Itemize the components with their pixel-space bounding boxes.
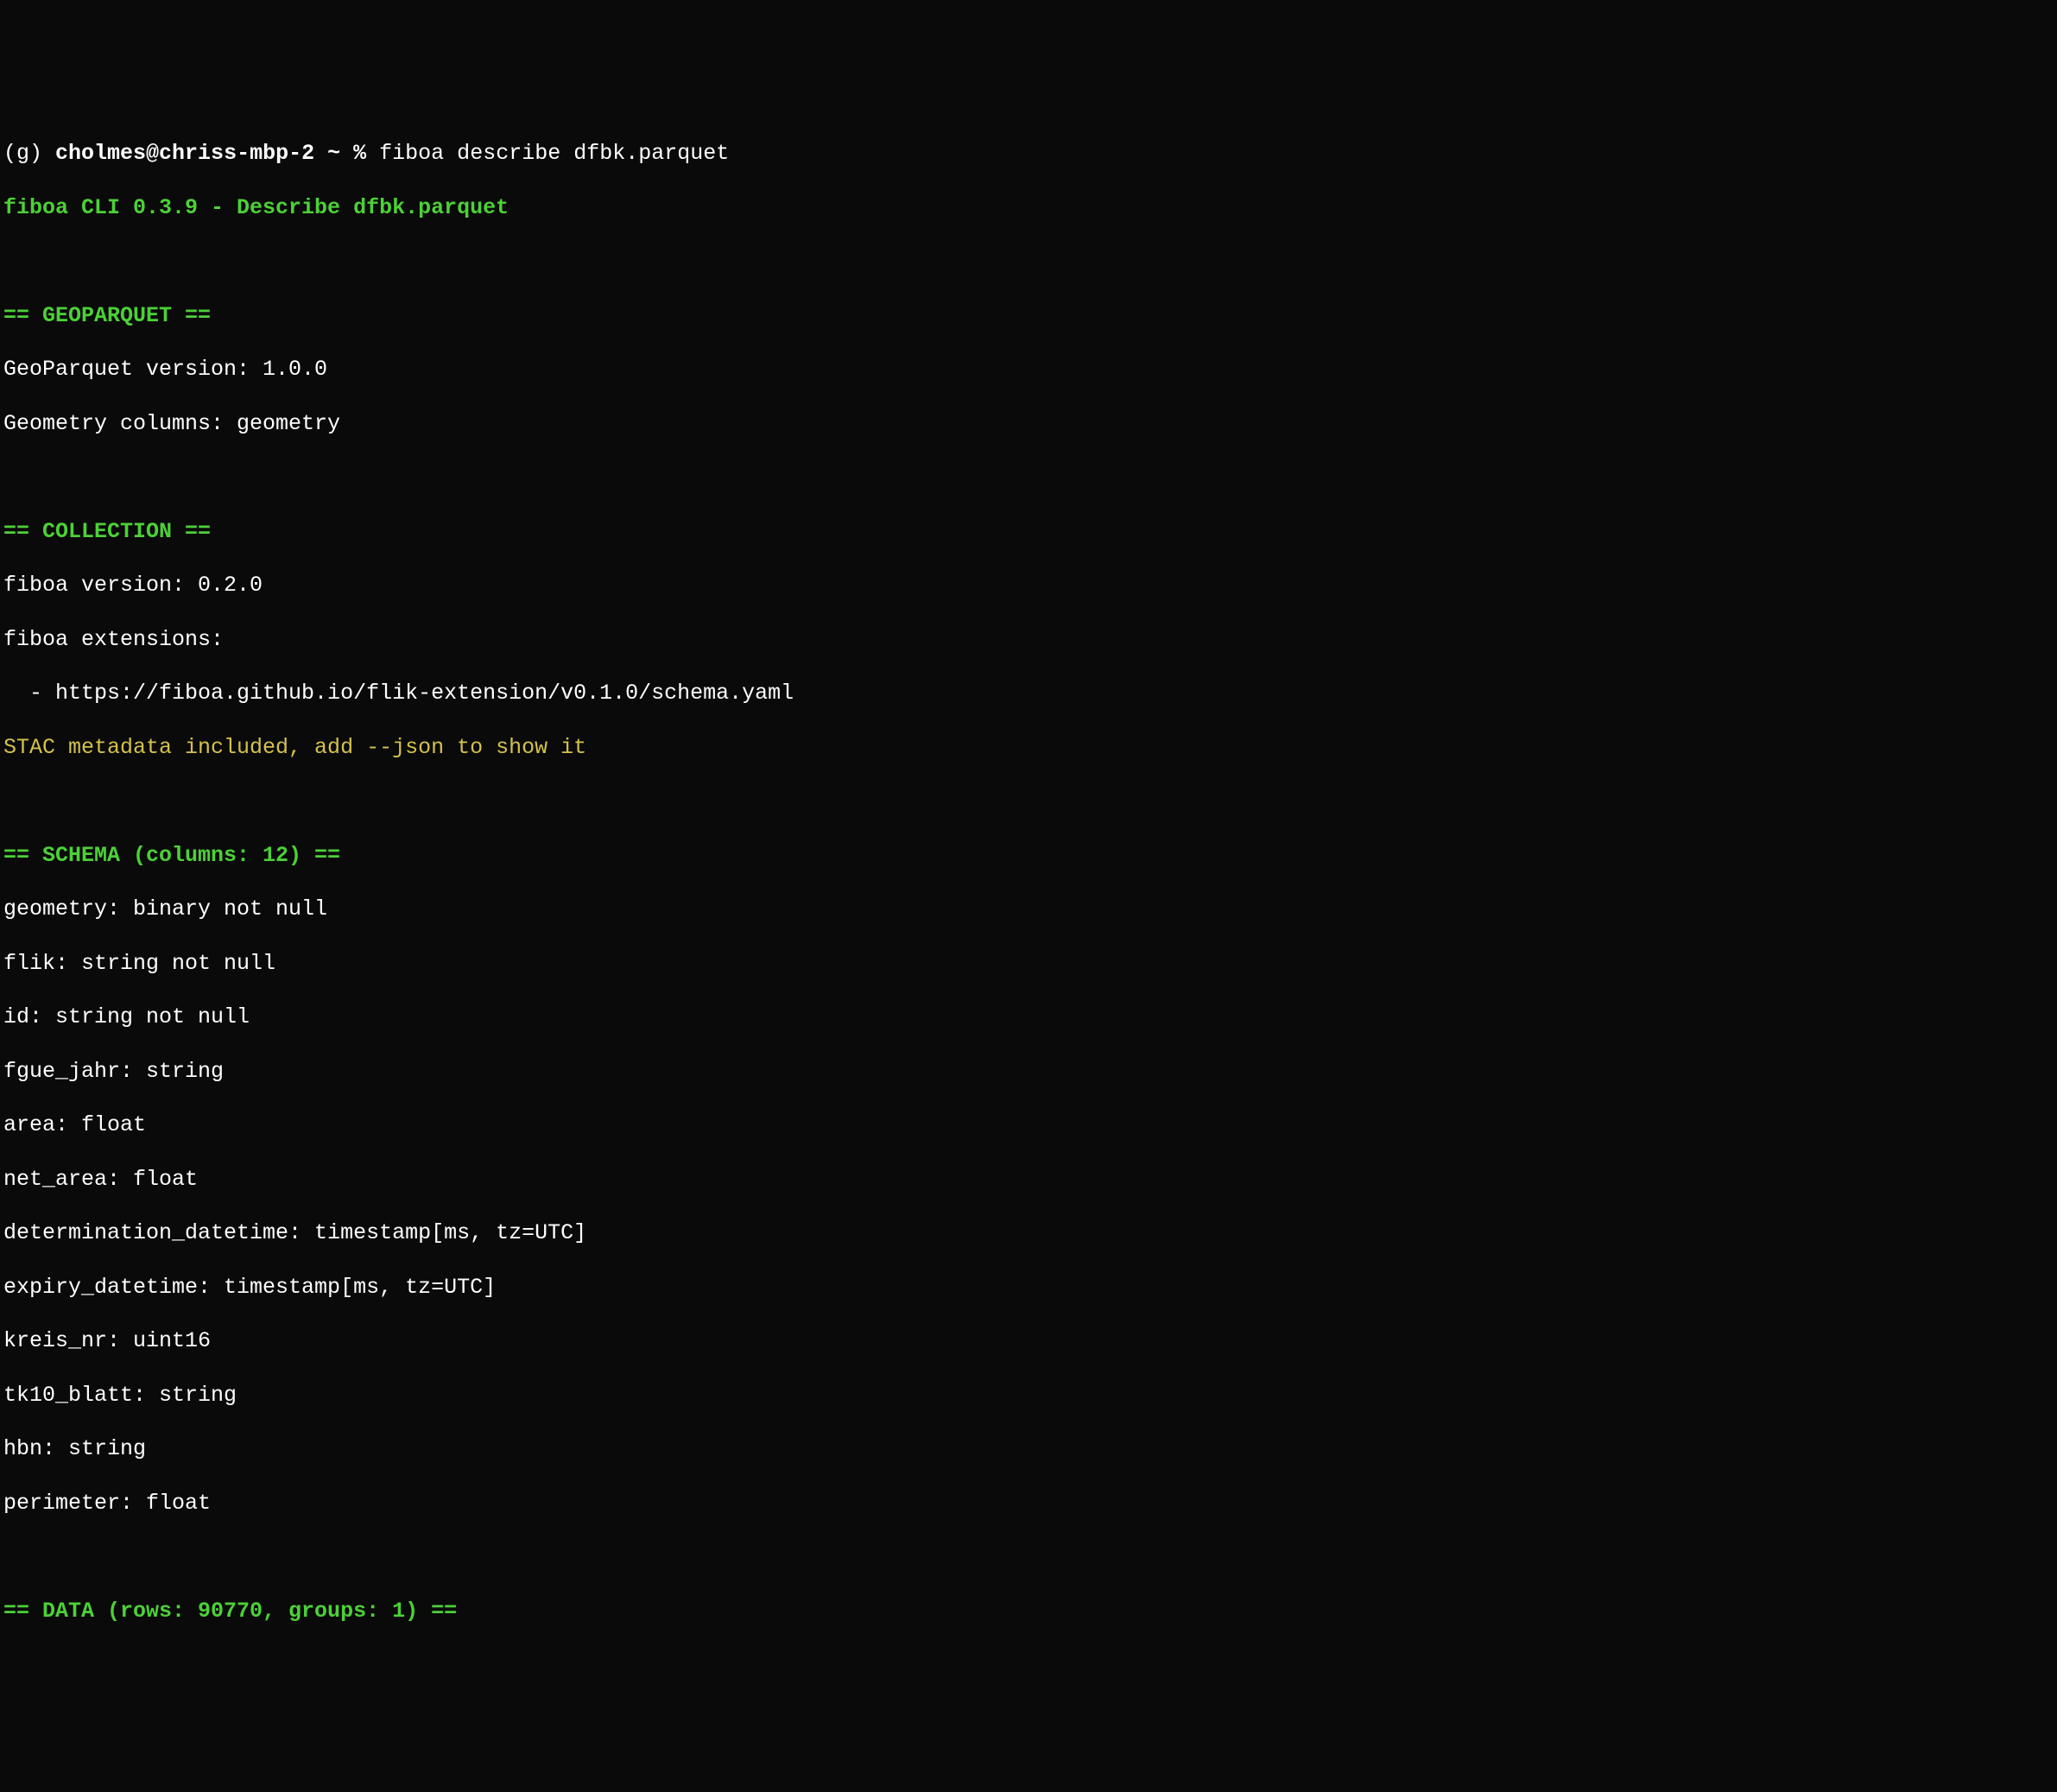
blank-line xyxy=(3,788,2054,814)
terminal-output: (g) cholmes@chriss-mbp-2 ~ % fiboa descr… xyxy=(3,113,2054,1651)
prompt-path: ~ xyxy=(327,141,340,166)
schema-col-net-area: net_area: float xyxy=(3,1166,2054,1193)
geoparquet-version: GeoParquet version: 1.0.0 xyxy=(3,356,2054,383)
schema-col-determination-datetime: determination_datetime: timestamp[ms, tz… xyxy=(3,1219,2054,1246)
fiboa-version: fiboa version: 0.2.0 xyxy=(3,572,2054,598)
schema-col-geometry: geometry: binary not null xyxy=(3,896,2054,922)
schema-col-id: id: string not null xyxy=(3,1004,2054,1030)
schema-col-kreis-nr: kreis_nr: uint16 xyxy=(3,1327,2054,1354)
schema-col-expiry-datetime: expiry_datetime: timestamp[ms, tz=UTC] xyxy=(3,1274,2054,1301)
cli-title: fiboa CLI 0.3.9 - Describe dfbk.parquet xyxy=(3,194,2054,221)
prompt-user-host: cholmes@chriss-mbp-2 xyxy=(55,141,314,166)
extension-url: - https://fiboa.github.io/flik-extension… xyxy=(3,680,2054,706)
blank-line xyxy=(3,1543,2054,1570)
schema-col-area: area: float xyxy=(3,1111,2054,1138)
geometry-columns: Geometry columns: geometry xyxy=(3,410,2054,437)
schema-col-perimeter: perimeter: float xyxy=(3,1490,2054,1517)
collection-header: == COLLECTION == xyxy=(3,518,2054,545)
data-header: == DATA (rows: 90770, groups: 1) == xyxy=(3,1598,2054,1624)
command-text: fiboa describe dfbk.parquet xyxy=(379,141,729,166)
schema-col-flik: flik: string not null xyxy=(3,950,2054,977)
fiboa-extensions-label: fiboa extensions: xyxy=(3,626,2054,653)
schema-col-tk10-blatt: tk10_blatt: string xyxy=(3,1382,2054,1409)
schema-col-hbn: hbn: string xyxy=(3,1435,2054,1462)
prompt-env: (g) xyxy=(3,141,42,166)
blank-line xyxy=(3,464,2054,491)
prompt-symbol: % xyxy=(353,141,366,166)
prompt-line: (g) cholmes@chriss-mbp-2 ~ % fiboa descr… xyxy=(3,140,2054,167)
schema-header: == SCHEMA (columns: 12) == xyxy=(3,842,2054,869)
blank-line xyxy=(3,248,2054,275)
schema-col-fgue-jahr: fgue_jahr: string xyxy=(3,1058,2054,1085)
geoparquet-header: == GEOPARQUET == xyxy=(3,302,2054,329)
stac-metadata-note: STAC metadata included, add --json to sh… xyxy=(3,734,2054,761)
